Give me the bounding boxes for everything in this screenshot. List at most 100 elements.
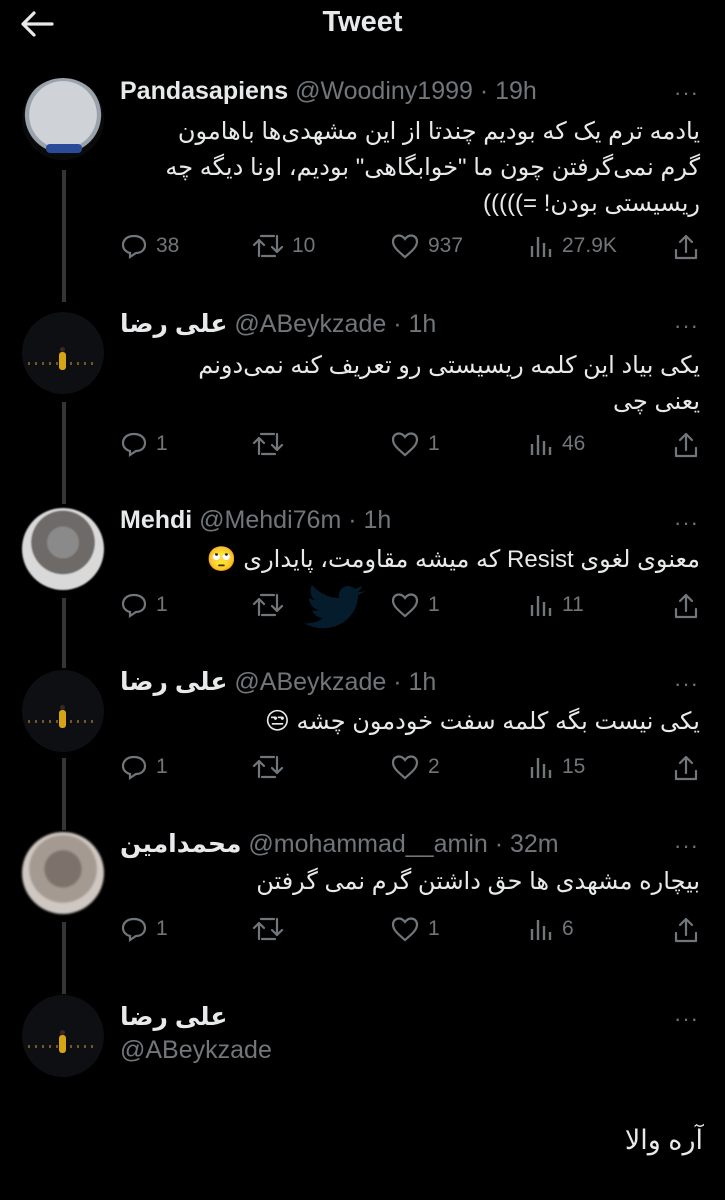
display-name[interactable]: علی رضا <box>120 310 227 338</box>
reply-button[interactable]: 1 <box>120 915 168 943</box>
display-name[interactable]: محمدامین <box>120 830 241 858</box>
top-bar: Tweet <box>0 0 725 64</box>
bird-watermark-icon <box>304 585 366 629</box>
page-title: Tweet <box>322 6 403 38</box>
handle[interactable]: @ABeykzade <box>120 1036 272 1064</box>
heart-icon <box>391 917 419 942</box>
display-name[interactable]: Pandasapiens <box>120 77 288 105</box>
tweet-actions: 1 1 6 <box>120 915 705 947</box>
like-count: 1 <box>428 593 440 616</box>
views-button[interactable]: 15 <box>528 753 585 781</box>
more-button[interactable]: ··· <box>674 313 699 339</box>
share-button[interactable] <box>672 232 700 262</box>
tweet-handle-line: @ABeykzade <box>120 1036 695 1070</box>
views-button[interactable]: 6 <box>528 915 574 943</box>
thread-line <box>62 402 66 504</box>
tweet-actions: 38 10 937 27.9K <box>120 232 705 264</box>
share-button[interactable] <box>672 915 700 945</box>
reply-icon <box>121 593 147 619</box>
retweet-icon <box>252 593 284 617</box>
share-icon <box>674 234 698 260</box>
like-count: 2 <box>428 755 440 778</box>
thread-line <box>62 170 66 302</box>
reply-icon <box>121 755 147 781</box>
handle-time[interactable]: @ABeykzade · 1h <box>234 668 436 696</box>
heart-icon <box>391 432 419 457</box>
more-button[interactable]: ··· <box>674 510 699 536</box>
retweet-button[interactable]: 10 <box>252 232 315 260</box>
reply-count: 1 <box>156 755 168 778</box>
retweet-button[interactable] <box>252 753 292 781</box>
heart-icon <box>391 593 419 618</box>
display-name[interactable]: علی رضا <box>120 1003 227 1031</box>
handle-time[interactable]: @Woodiny1999 · 19h <box>295 77 537 105</box>
views-button[interactable]: 27.9K <box>528 232 617 260</box>
retweet-icon <box>252 432 284 456</box>
reply-button[interactable]: 1 <box>120 591 168 619</box>
heart-icon <box>391 234 419 259</box>
retweet-button[interactable] <box>252 915 292 943</box>
avatar[interactable] <box>22 670 104 752</box>
retweet-button[interactable] <box>252 591 292 619</box>
tweet-text: آره والا <box>624 1125 703 1155</box>
avatar[interactable] <box>22 508 104 590</box>
share-icon <box>674 755 698 781</box>
more-button[interactable]: ··· <box>674 833 699 859</box>
tweet-header: Pandasapiens @Woodiny1999 · 19h <box>120 77 695 111</box>
tweet-header: علی رضا @ABeykzade · 1h <box>120 309 695 343</box>
handle-time[interactable]: @mohammad__amin · 32m <box>248 830 558 858</box>
thread-line <box>62 758 66 830</box>
reply-count: 1 <box>156 917 168 940</box>
views-count: 27.9K <box>562 234 617 257</box>
reply-icon <box>121 234 147 260</box>
tweet-actions: 1 1 46 <box>120 430 705 462</box>
reply-count: 38 <box>156 234 180 257</box>
like-button[interactable]: 1 <box>390 591 440 619</box>
reply-button[interactable]: 1 <box>120 753 168 781</box>
reply-count: 1 <box>156 432 168 455</box>
handle-time[interactable]: @ABeykzade · 1h <box>234 310 436 338</box>
tweet-text: معنوی لغوی Resist که میشه مقاومت، پایدار… <box>206 546 700 573</box>
views-button[interactable]: 11 <box>528 591 584 619</box>
reply-button[interactable]: 38 <box>120 232 179 260</box>
avatar[interactable] <box>22 312 104 394</box>
share-button[interactable] <box>672 591 700 621</box>
more-button[interactable]: ··· <box>674 671 699 697</box>
share-button[interactable] <box>672 753 700 783</box>
more-button[interactable]: ··· <box>674 1006 699 1032</box>
avatar[interactable] <box>22 832 104 914</box>
retweet-count: 10 <box>292 234 316 257</box>
retweet-icon <box>252 917 284 941</box>
display-name[interactable]: Mehdi <box>120 506 192 534</box>
share-icon <box>674 593 698 619</box>
reply-button[interactable]: 1 <box>120 430 168 458</box>
display-name[interactable]: علی رضا <box>120 668 227 696</box>
views-count: 46 <box>562 432 586 455</box>
tweet-actions: 1 2 15 <box>120 753 705 785</box>
reply-count: 1 <box>156 593 168 616</box>
like-button[interactable]: 1 <box>390 430 440 458</box>
views-count: 15 <box>562 755 586 778</box>
retweet-icon <box>252 234 284 258</box>
like-count: 1 <box>428 917 440 940</box>
views-icon <box>530 920 552 940</box>
views-count: 11 <box>562 593 584 616</box>
views-button[interactable]: 46 <box>528 430 585 458</box>
like-button[interactable]: 937 <box>390 232 463 260</box>
handle-time[interactable]: @Mehdi76m · 1h <box>199 506 391 534</box>
avatar[interactable] <box>22 78 104 160</box>
tweet-header: محمدامین @mohammad__amin · 32m <box>120 829 695 863</box>
retweet-button[interactable] <box>252 430 292 458</box>
more-button[interactable]: ··· <box>674 80 699 106</box>
like-button[interactable]: 2 <box>390 753 440 781</box>
share-button[interactable] <box>672 430 700 460</box>
heart-icon <box>391 755 419 780</box>
tweet-text: یکی نیست بگه کلمه سفت خودمون چشه 😒 <box>264 708 700 735</box>
avatar[interactable] <box>22 995 104 1077</box>
tweet-text: بیچاره مشهدی ها حق داشتن گرم نمی گرفتن <box>256 868 700 895</box>
views-icon <box>530 758 552 778</box>
thread-line <box>62 598 66 668</box>
reply-icon <box>121 432 147 458</box>
like-button[interactable]: 1 <box>390 915 440 943</box>
tweet-text: یادمه ترم یک که بودیم چندتا از این مشهدی… <box>165 118 700 217</box>
